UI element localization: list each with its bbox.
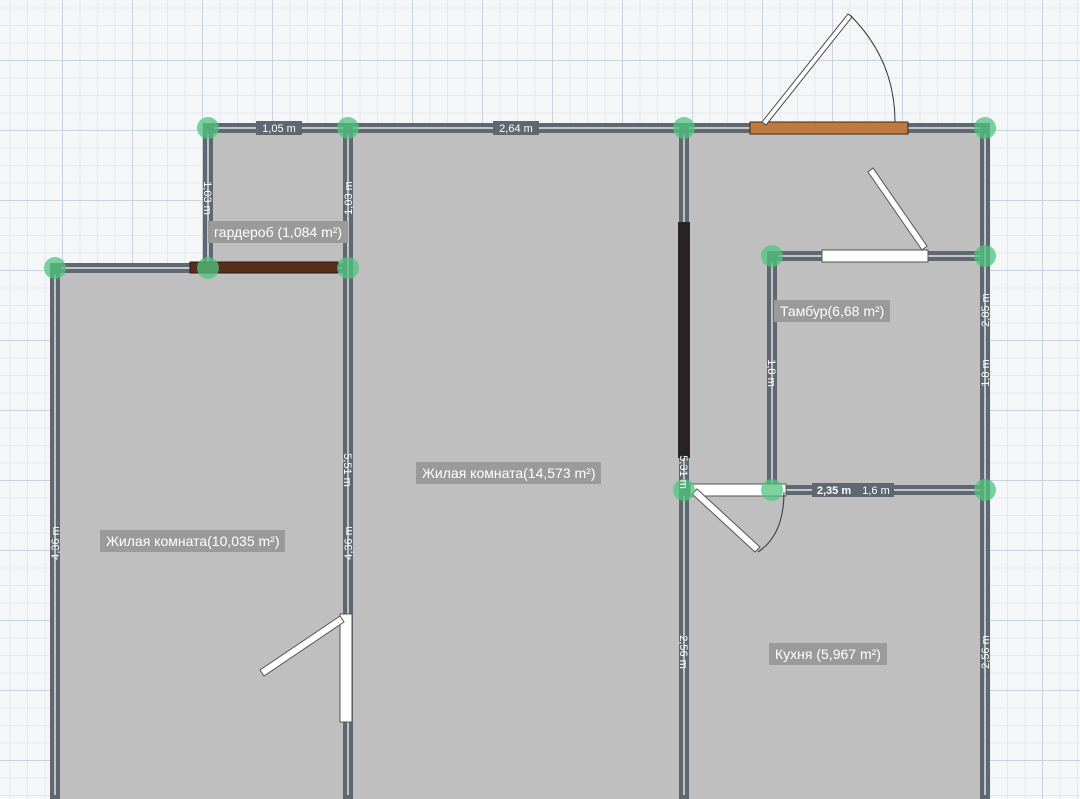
dim-kitchen-left: 2,56 m	[677, 635, 689, 669]
dim-left-outer: 4,36 m	[50, 526, 62, 560]
node[interactable]	[197, 257, 219, 279]
room-label-vestibule[interactable]: Тамбур(6,68 m²)	[774, 300, 891, 322]
dim-inner-wall-upper: 5,51 m	[341, 453, 353, 487]
dim-wardrobe-left: 1,03 m	[201, 181, 213, 215]
dim-kitchen-right: 2,56 m	[980, 635, 992, 669]
node[interactable]	[673, 117, 695, 139]
node[interactable]	[974, 117, 996, 139]
dim-vestibule-bottom: 2,35 m	[817, 485, 851, 497]
dim-vestibule-right: 1,8 m	[980, 359, 992, 387]
room-label-kitchen[interactable]: Кухня (5,967 m²)	[769, 643, 887, 665]
room-label-living-left[interactable]: Жилая комната(10,035 m²)	[100, 530, 286, 552]
dim-vestibule-left: 1,8 m	[765, 359, 777, 387]
node[interactable]	[44, 257, 66, 279]
vestibule-door[interactable]	[821, 249, 929, 263]
dim-inner-wall-lower: 4,36 m	[343, 526, 355, 560]
node[interactable]	[761, 479, 783, 501]
dim-top-middle: 2,64 m	[499, 123, 533, 135]
floor-plan-canvas[interactable]: 1,05 m 2,64 m 1,03 m 1,03 m 5,51 m 4,36 …	[0, 0, 1080, 799]
floor-wardrobe[interactable]	[208, 128, 348, 268]
node[interactable]	[337, 117, 359, 139]
dim-partition-short: 5,31 m	[677, 455, 689, 489]
entrance-door[interactable]	[749, 121, 909, 135]
dim-wardrobe-right: 1,03 m	[343, 181, 355, 215]
room-label-living-right[interactable]: Жилая комната(14,573 m²)	[416, 462, 602, 484]
room-label-wardrobe[interactable]: гардероб (1,084 m²)	[208, 221, 349, 243]
node[interactable]	[761, 245, 783, 267]
dim-right-upper: 2,85 m	[980, 293, 992, 327]
node[interactable]	[197, 117, 219, 139]
node[interactable]	[974, 479, 996, 501]
node[interactable]	[337, 257, 359, 279]
entrance-door-swing	[761, 13, 853, 126]
dim-vestibule-bottom-inner: 1,6 m	[862, 485, 890, 497]
node[interactable]	[974, 245, 996, 267]
sliding-door-living[interactable]	[678, 222, 690, 458]
dim-top-left: 1,05 m	[262, 123, 296, 135]
living-left-door[interactable]	[339, 613, 353, 723]
